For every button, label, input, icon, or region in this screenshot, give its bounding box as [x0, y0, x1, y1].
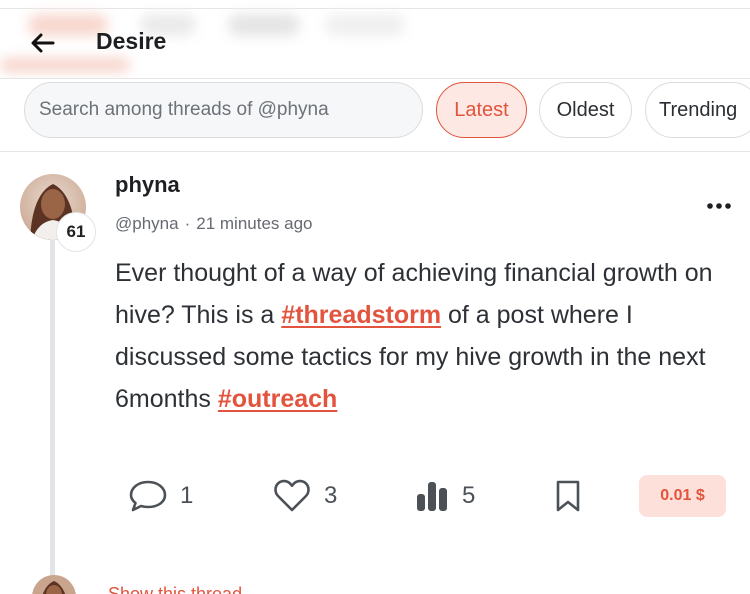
post-body: Ever thought of a way of achieving finan… — [115, 252, 745, 420]
reply-button[interactable]: 1 — [128, 476, 193, 516]
views-count: 5 — [462, 482, 476, 509]
payout-badge[interactable]: 0.01 $ — [639, 475, 726, 517]
bar-chart-icon — [417, 482, 447, 511]
page-header: Desire — [0, 18, 750, 68]
page-title: Desire — [96, 28, 167, 54]
sort-trending-chip[interactable]: Trending — [645, 82, 750, 138]
user-avatar-icon — [32, 575, 76, 594]
bookmark-button[interactable] — [554, 476, 582, 516]
hashtag-link[interactable]: #threadstorm — [281, 301, 441, 329]
post-timestamp[interactable]: 21 minutes ago — [196, 214, 312, 233]
search-container — [24, 82, 423, 138]
more-horizontal-icon — [707, 203, 731, 209]
next-author-avatar[interactable] — [32, 575, 76, 594]
heart-icon — [274, 479, 310, 512]
like-count: 3 — [324, 482, 338, 509]
meta-separator: · — [184, 214, 191, 233]
reply-count: 1 — [180, 482, 194, 509]
thread-connector-line — [50, 236, 55, 586]
show-thread-link[interactable]: Show this thread — [108, 584, 242, 594]
back-button[interactable] — [28, 28, 58, 58]
bookmark-icon — [556, 480, 580, 512]
arrow-left-icon — [31, 33, 55, 53]
sort-latest-chip[interactable]: Latest — [436, 82, 527, 138]
search-input[interactable] — [25, 83, 422, 137]
comment-icon — [129, 480, 167, 512]
sort-oldest-chip[interactable]: Oldest — [539, 82, 632, 138]
views-button[interactable]: 5 — [414, 476, 475, 516]
reputation-badge: 61 — [56, 212, 96, 252]
filter-bar: Latest Oldest Trending — [0, 78, 750, 152]
like-button[interactable]: 3 — [272, 476, 337, 516]
post-meta: @phyna · 21 minutes ago — [115, 214, 313, 234]
author-handle[interactable]: @phyna — [115, 214, 179, 233]
more-options-button[interactable] — [702, 194, 736, 218]
top-divider — [0, 8, 750, 9]
hashtag-link[interactable]: #outreach — [218, 385, 337, 413]
author-name[interactable]: phyna — [115, 172, 180, 198]
